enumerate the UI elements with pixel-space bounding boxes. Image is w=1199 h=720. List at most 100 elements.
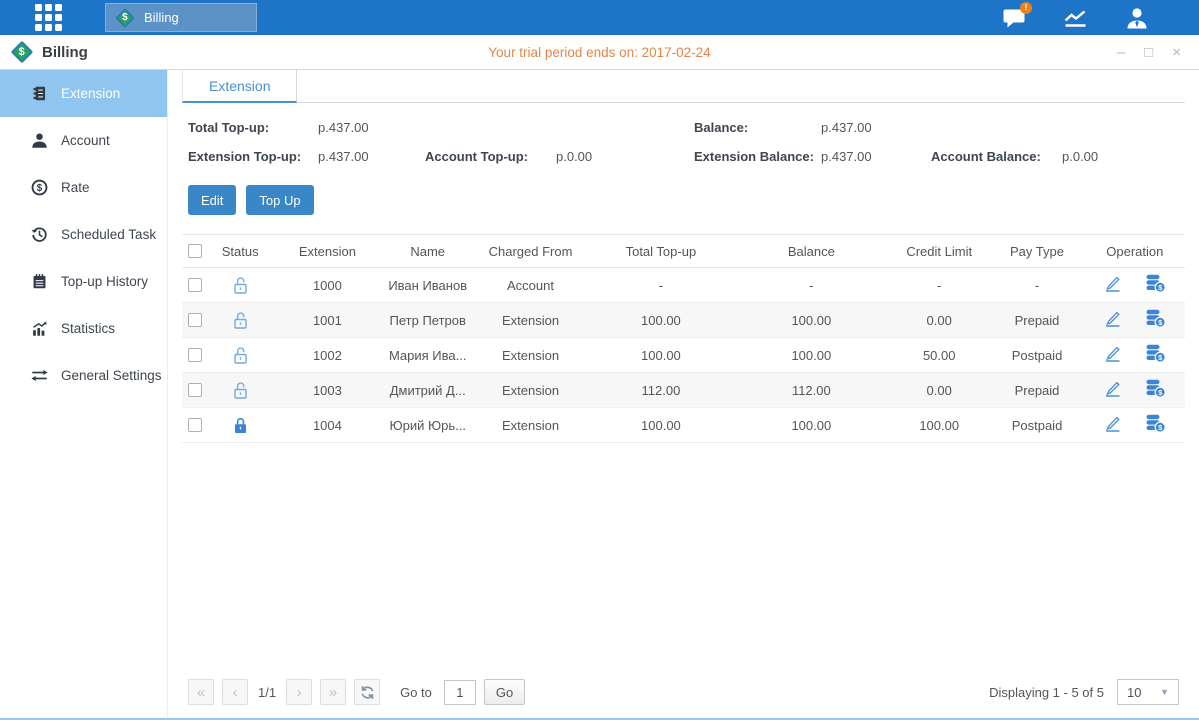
row-checkbox[interactable] bbox=[188, 348, 202, 362]
cell-credit-limit: 50.00 bbox=[889, 338, 989, 373]
sidebar-item-topup-history[interactable]: Top-up History bbox=[0, 258, 167, 305]
sidebar-item-label: Rate bbox=[61, 180, 90, 195]
last-page-button[interactable]: » bbox=[320, 679, 346, 705]
sidebar-item-statistics[interactable]: Statistics bbox=[0, 305, 167, 352]
cell-balance: 112.00 bbox=[734, 373, 889, 408]
billing-app-window: $ Billing ! $ Billing Your trial period … bbox=[0, 0, 1199, 720]
cell-pay-type: Prepaid bbox=[989, 303, 1084, 338]
cell-extension: 1004 bbox=[272, 408, 382, 443]
topup-icon[interactable]: $ bbox=[1144, 344, 1166, 363]
displaying-text: Displaying 1 - 5 of 5 bbox=[989, 685, 1104, 700]
select-all-checkbox[interactable] bbox=[188, 244, 202, 258]
topup-icon[interactable]: $ bbox=[1144, 309, 1166, 328]
sidebar-item-extension[interactable]: Extension bbox=[0, 70, 167, 117]
cell-pay-type: Prepaid bbox=[989, 373, 1084, 408]
cell-extension: 1002 bbox=[272, 338, 382, 373]
first-page-button[interactable]: « bbox=[188, 679, 214, 705]
maximize-button[interactable]: □ bbox=[1144, 45, 1153, 60]
cell-checkbox bbox=[182, 408, 208, 443]
next-page-button[interactable]: › bbox=[286, 679, 312, 705]
cell-name: Иван Иванов bbox=[383, 268, 473, 303]
unlocked-icon bbox=[232, 311, 249, 330]
sidebar-item-account[interactable]: Account bbox=[0, 117, 167, 164]
cell-credit-limit: 100.00 bbox=[889, 408, 989, 443]
close-button[interactable]: × bbox=[1172, 45, 1181, 60]
row-checkbox[interactable] bbox=[188, 383, 202, 397]
topup-icon[interactable]: $ bbox=[1144, 274, 1166, 293]
cell-status bbox=[208, 338, 272, 373]
sidebar-item-general-settings[interactable]: General Settings bbox=[0, 352, 167, 399]
edit-icon[interactable] bbox=[1103, 274, 1122, 293]
page-size-value: 10 bbox=[1127, 685, 1141, 700]
system-topbar: $ Billing ! bbox=[0, 0, 1199, 35]
cell-charged-from: Extension bbox=[473, 408, 588, 443]
sidebar-item-rate[interactable]: $ Rate bbox=[0, 164, 167, 211]
go-button[interactable]: Go bbox=[484, 679, 525, 705]
col-header-total-top-up: Total Top-up bbox=[588, 235, 733, 268]
cell-checkbox bbox=[182, 373, 208, 408]
toolbar: Edit Top Up bbox=[188, 185, 1179, 215]
messages-button[interactable]: ! bbox=[1002, 7, 1026, 29]
monitor-button[interactable] bbox=[1063, 7, 1088, 29]
history-clock-icon bbox=[31, 226, 48, 243]
table-row: 1000Иван ИвановAccount----$ bbox=[182, 268, 1185, 303]
goto-page-input[interactable] bbox=[444, 680, 476, 705]
balance-label: Balance: bbox=[694, 120, 821, 135]
col-header-charged-from: Charged From bbox=[473, 235, 588, 268]
goto-label: Go to bbox=[400, 685, 432, 700]
user-icon bbox=[1125, 7, 1149, 29]
row-checkbox[interactable] bbox=[188, 418, 202, 432]
topup-icon[interactable]: $ bbox=[1144, 379, 1166, 398]
cell-status bbox=[208, 303, 272, 338]
account-topup-value: p.0.00 bbox=[556, 149, 694, 164]
bar-chart-icon bbox=[31, 320, 48, 337]
tab-strip: Extension bbox=[182, 70, 1185, 103]
taskbar-tab-billing[interactable]: $ Billing bbox=[105, 3, 257, 32]
cell-balance: - bbox=[734, 268, 889, 303]
window-title: Billing bbox=[42, 44, 88, 61]
cell-operation: $ bbox=[1085, 268, 1185, 303]
cell-operation: $ bbox=[1085, 373, 1185, 408]
cell-checkbox bbox=[182, 338, 208, 373]
minimize-button[interactable]: – bbox=[1117, 45, 1125, 60]
cell-operation: $ bbox=[1085, 408, 1185, 443]
app-grid-icon[interactable] bbox=[35, 4, 62, 31]
tab-extension[interactable]: Extension bbox=[182, 70, 297, 103]
ledger-icon bbox=[31, 85, 48, 102]
cell-credit-limit: - bbox=[889, 268, 989, 303]
unlocked-icon bbox=[232, 276, 249, 295]
edit-icon[interactable] bbox=[1103, 414, 1122, 433]
trial-notice: Your trial period ends on: 2017-02-24 bbox=[0, 45, 1199, 60]
sidebar-item-label: Extension bbox=[61, 86, 120, 101]
cell-charged-from: Account bbox=[473, 268, 588, 303]
edit-icon[interactable] bbox=[1103, 309, 1122, 328]
cell-name: Юрий Юрь... bbox=[383, 408, 473, 443]
total-topup-label: Total Top-up: bbox=[188, 120, 318, 135]
table-row: 1003Дмитрий Д...Extension112.00112.000.0… bbox=[182, 373, 1185, 408]
edit-button[interactable]: Edit bbox=[188, 185, 236, 215]
prev-page-button[interactable]: ‹ bbox=[222, 679, 248, 705]
sidebar-item-label: Top-up History bbox=[61, 274, 148, 289]
col-header-extension: Extension bbox=[272, 235, 382, 268]
topup-button[interactable]: Top Up bbox=[246, 185, 313, 215]
cell-pay-type: Postpaid bbox=[989, 338, 1084, 373]
table-row: 1001Петр ПетровExtension100.00100.000.00… bbox=[182, 303, 1185, 338]
locked-icon bbox=[232, 416, 249, 435]
edit-icon[interactable] bbox=[1103, 379, 1122, 398]
account-balance-value: p.0.00 bbox=[1062, 149, 1179, 164]
sidebar: Extension Account $ Rate Scheduled Task … bbox=[0, 70, 168, 718]
cell-extension: 1001 bbox=[272, 303, 382, 338]
sidebar-item-scheduled-task[interactable]: Scheduled Task bbox=[0, 211, 167, 258]
billing-app-icon: $ bbox=[115, 8, 135, 28]
cell-charged-from: Extension bbox=[473, 373, 588, 408]
refresh-button[interactable] bbox=[354, 679, 380, 705]
cell-name: Петр Петров bbox=[383, 303, 473, 338]
page-size-select[interactable]: 10 ▼ bbox=[1117, 679, 1179, 705]
cell-total-topup: - bbox=[588, 268, 733, 303]
user-menu-button[interactable] bbox=[1125, 7, 1149, 29]
row-checkbox[interactable] bbox=[188, 278, 202, 292]
row-checkbox[interactable] bbox=[188, 313, 202, 327]
topup-icon[interactable]: $ bbox=[1144, 414, 1166, 433]
edit-icon[interactable] bbox=[1103, 344, 1122, 363]
cell-balance: 100.00 bbox=[734, 338, 889, 373]
